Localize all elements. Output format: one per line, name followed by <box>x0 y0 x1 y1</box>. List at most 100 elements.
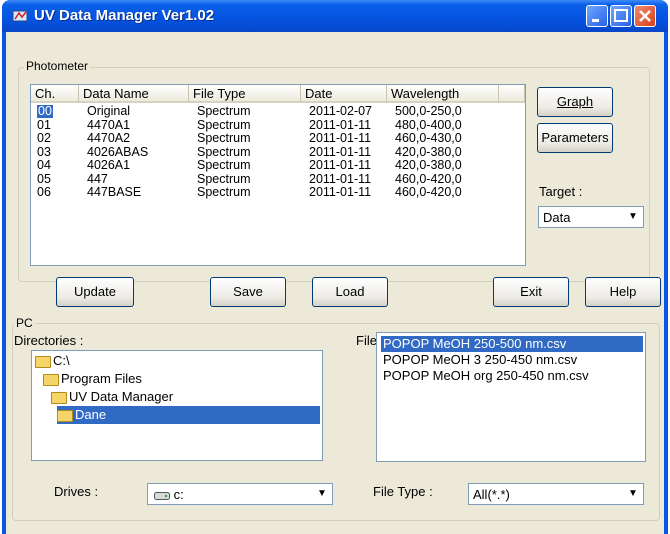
drive-value-wrap: c: <box>154 487 184 502</box>
graph-button[interactable]: Graph <box>537 87 613 117</box>
file-item[interactable]: POPOP MeOH org 250-450 nm.csv <box>381 368 591 384</box>
table-row[interactable]: 04 4026A1 Spectrum 2011-01-11 420,0-380,0 <box>31 159 525 172</box>
chevron-down-icon[interactable]: ▼ <box>313 485 331 503</box>
column-header-date[interactable]: Date <box>301 85 387 103</box>
table-cell-date: 2011-01-11 <box>309 144 372 159</box>
table-cell-ch: 01 <box>37 117 51 132</box>
column-header-filler <box>499 85 525 103</box>
file-item[interactable]: POPOP MeOH 250-500 nm.csv <box>381 336 643 352</box>
title-bar[interactable]: UV Data Manager Ver1.02 <box>2 0 668 32</box>
target-value: Data <box>543 210 571 225</box>
dir-item-label: UV Data Manager <box>69 389 174 404</box>
directories-list[interactable]: C:\ Program Files UV Data Manager Dane <box>31 350 323 461</box>
save-button-label: Save <box>233 284 263 299</box>
folder-open-icon <box>51 391 67 404</box>
parameters-button[interactable]: Parameters <box>537 123 613 153</box>
table-cell-date: 2011-01-11 <box>309 158 372 172</box>
target-select[interactable]: Data ▼ <box>538 206 644 228</box>
dir-item-label: Dane <box>75 407 107 422</box>
file-item[interactable]: POPOP MeOH 3 250-450 nm.csv <box>381 352 579 368</box>
table-cell-name: 4470A2 <box>87 131 131 145</box>
close-button[interactable] <box>634 5 656 27</box>
dir-item-program-files[interactable]: Program Files <box>43 370 142 388</box>
table-row[interactable]: 03 4026ABAS Spectrum 2011-01-11 420,0-380,0 <box>31 144 525 159</box>
save-button[interactable]: Save <box>210 277 286 307</box>
table-row[interactable]: 02 4470A2 Spectrum 2011-01-11 460,0-430,0 <box>31 132 525 145</box>
table-cell-type: Spectrum <box>197 185 251 199</box>
table-cell-date: 2011-01-11 <box>309 131 372 145</box>
update-button-label: Update <box>74 284 116 299</box>
table-cell-date: 2011-01-11 <box>309 171 372 186</box>
table-cell-name: 4026A1 <box>87 158 131 172</box>
column-header-wavelength[interactable]: Wavelength <box>387 85 499 103</box>
exit-button[interactable]: Exit <box>493 277 569 307</box>
photometer-list[interactable]: Ch. Data Name File Type Date Wavelength … <box>30 84 526 266</box>
target-label: Target : <box>539 184 583 199</box>
table-cell-date: 2011-01-11 <box>309 117 372 132</box>
table-cell-date: 2011-02-07 <box>309 104 373 118</box>
folder-open-icon <box>35 355 51 368</box>
table-cell-ch: 05 <box>37 171 51 186</box>
files-list[interactable]: POPOP MeOH 250-500 nm.csv POPOP MeOH 3 2… <box>376 332 646 462</box>
table-cell-type: Spectrum <box>197 131 251 145</box>
table-cell-wl: 480,0-400,0 <box>395 117 462 132</box>
table-cell-ch: 00 <box>37 104 53 118</box>
table-cell-type: Spectrum <box>197 117 251 132</box>
dir-item-root[interactable]: C:\ <box>35 352 70 370</box>
table-cell-type: Spectrum <box>197 158 251 172</box>
drive-value: c: <box>173 487 184 502</box>
help-button[interactable]: Help <box>585 277 661 307</box>
maximize-button[interactable] <box>610 5 632 27</box>
hard-drive-icon <box>154 491 170 500</box>
table-cell-name: 447BASE <box>87 185 142 199</box>
table-cell-name: 4026ABAS <box>87 144 149 159</box>
update-button[interactable]: Update <box>56 277 134 307</box>
folder-open-icon <box>57 409 73 422</box>
table-cell-type: Spectrum <box>197 104 251 118</box>
parameters-button-label: Parameters <box>541 130 609 145</box>
table-cell-ch: 04 <box>37 158 51 172</box>
table-row[interactable]: 06 447BASE Spectrum 2011-01-11 460,0-420,0 <box>31 186 525 199</box>
dir-item-label: C:\ <box>53 353 70 368</box>
load-button-label: Load <box>335 284 365 299</box>
client-area: Photometer Ch. Data Name File Type Date … <box>6 32 664 534</box>
table-cell-wl: 420,0-380,0 <box>395 158 462 172</box>
dir-item-dane[interactable]: Dane <box>57 406 320 424</box>
file-type-label: File Type : <box>373 484 433 499</box>
table-row[interactable]: 00 Original Spectrum 2011-02-07 500,0-250,0 <box>31 105 525 118</box>
dir-item-uv-data-manager[interactable]: UV Data Manager <box>51 388 173 406</box>
chevron-down-icon[interactable]: ▼ <box>624 485 642 503</box>
folder-open-icon <box>43 373 59 386</box>
table-row[interactable]: 01 4470A1 Spectrum 2011-01-11 480,0-400,0 <box>31 117 525 132</box>
table-cell-wl: 460,0-420,0 <box>395 171 462 186</box>
column-header-data-name[interactable]: Data Name <box>79 85 189 103</box>
photometer-legend: Photometer <box>24 59 91 73</box>
table-cell-ch: 02 <box>37 131 51 145</box>
app-icon <box>12 10 28 22</box>
load-button[interactable]: Load <box>312 277 388 307</box>
table-row[interactable]: 05 447 Spectrum 2011-01-11 460,0-420,0 <box>31 171 525 186</box>
table-cell-type: Spectrum <box>197 171 251 186</box>
directories-label: Directories : <box>14 333 84 348</box>
column-header-file-type[interactable]: File Type <box>189 85 301 103</box>
table-cell-name: Original <box>87 104 131 118</box>
minimize-icon <box>592 19 599 22</box>
file-type-value: All(*.*) <box>473 487 510 502</box>
chevron-down-icon[interactable]: ▼ <box>624 208 642 226</box>
column-header-ch[interactable]: Ch. <box>31 85 79 103</box>
window-title: UV Data Manager Ver1.02 <box>34 7 215 24</box>
table-cell-wl: 460,0-420,0 <box>395 185 462 199</box>
drives-label: Drives : <box>54 484 99 499</box>
table-cell-ch: 03 <box>37 144 51 159</box>
minimize-button[interactable] <box>586 5 608 27</box>
pc-legend: PC <box>14 316 35 330</box>
table-cell-wl: 420,0-380,0 <box>395 144 462 159</box>
file-type-select[interactable]: All(*.*) ▼ <box>468 483 644 505</box>
maximize-icon <box>614 9 628 22</box>
drives-select[interactable]: c: ▼ <box>147 483 333 505</box>
help-button-label: Help <box>609 284 637 299</box>
table-cell-wl: 500,0-250,0 <box>395 104 462 118</box>
exit-button-label: Exit <box>520 284 542 299</box>
table-cell-date: 2011-01-11 <box>309 185 372 199</box>
app-window: UV Data Manager Ver1.02 Photometer Ch. D… <box>2 0 668 534</box>
